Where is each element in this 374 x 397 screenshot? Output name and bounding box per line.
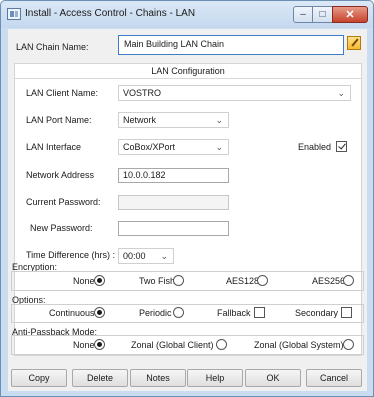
ok-button[interactable]: OK [245,369,301,387]
options-fallback-label: Fallback [217,308,251,318]
options-secondary-checkbox[interactable] [341,307,352,318]
notes-button[interactable]: Notes [130,369,186,387]
edit-icon[interactable] [347,36,361,50]
options-continuous-radio[interactable] [94,307,105,318]
antipassback-none-radio[interactable] [94,339,105,350]
help-button[interactable]: Help [187,369,243,387]
lan-interface-label: LAN Interface [26,142,82,152]
delete-button[interactable]: Delete [72,369,128,387]
new-password-input[interactable] [118,221,229,236]
lan-configuration-header: LAN Configuration [15,64,361,79]
options-periodic-label: Periodic [139,308,172,318]
time-difference-value: 00:00 [123,251,146,261]
dialog-body: LAN Chain Name: Main Building LAN Chain … [8,29,367,391]
antipassback-global-system-radio[interactable] [343,339,354,350]
new-password-label: New Password: [30,223,93,233]
encryption-twofish-radio[interactable] [173,275,184,286]
time-difference-label: Time Difference (hrs) : [26,250,116,260]
chevron-down-icon: ⌄ [337,88,345,98]
lan-chain-name-input[interactable]: Main Building LAN Chain [118,35,344,55]
antipassback-none-label: None [73,340,95,350]
close-icon: ✕ [345,9,355,21]
enabled-label: Enabled [298,142,332,152]
encryption-none-label: None [73,276,95,286]
lan-chain-name-label: LAN Chain Name: [16,42,89,52]
antipassback-group: None Zonal (Global Client) Zonal (Global… [11,335,364,355]
copy-button[interactable]: Copy [11,369,67,387]
close-button[interactable]: ✕ [332,6,368,23]
chevron-down-icon: ⌄ [215,142,223,152]
lan-interface-value: CoBox/XPort [123,142,176,152]
antipassback-global-client-radio[interactable] [216,339,227,350]
encryption-none-radio[interactable] [94,275,105,286]
current-password-input[interactable] [118,195,229,210]
install-window: Install - Access Control - Chains - LAN … [0,0,374,397]
current-password-label: Current Password: [26,197,101,207]
lan-client-name-label: LAN Client Name: [26,88,99,98]
lan-interface-select[interactable]: CoBox/XPort ⌄ [118,139,229,155]
encryption-aes128-radio[interactable] [257,275,268,286]
minimize-button[interactable]: – [293,6,313,23]
options-continuous-label: Continuous [49,308,95,318]
lan-port-name-value: Network [123,115,157,125]
antipassback-global-client-label: Zonal (Global Client) [131,340,214,350]
time-difference-select[interactable]: 00:00 ⌄ [118,248,174,264]
options-secondary-label: Secondary [295,308,339,318]
network-address-label: Network Address [26,170,95,180]
encryption-twofish-label: Two Fish [139,276,176,286]
cancel-button[interactable]: Cancel [306,369,362,387]
network-address-input[interactable]: 10.0.0.182 [118,168,229,183]
encryption-group: None Two Fish AES128 AES256 [11,271,364,291]
title-bar[interactable]: Install - Access Control - Chains - LAN … [1,1,373,28]
app-icon [7,8,21,20]
encryption-aes256-label: AES256 [312,276,346,286]
maximize-button[interactable]: □ [312,6,333,23]
antipassback-global-system-label: Zonal (Global System) [254,340,344,350]
options-fallback-checkbox[interactable] [254,307,265,318]
maximize-icon: □ [319,9,326,20]
options-group: Continuous Periodic Fallback Secondary [11,304,364,323]
encryption-aes256-radio[interactable] [343,275,354,286]
encryption-aes128-label: AES128 [226,276,260,286]
lan-client-name-select[interactable]: VOSTRO ⌄ [118,85,351,101]
minimize-icon: – [300,9,306,20]
lan-port-name-label: LAN Port Name: [26,115,92,125]
lan-port-name-select[interactable]: Network ⌄ [118,112,229,128]
window-title: Install - Access Control - Chains - LAN [25,8,196,19]
enabled-checkbox[interactable] [336,141,347,152]
chevron-down-icon: ⌄ [160,251,168,261]
chevron-down-icon: ⌄ [215,115,223,125]
options-periodic-radio[interactable] [173,307,184,318]
lan-client-name-value: VOSTRO [123,88,162,98]
